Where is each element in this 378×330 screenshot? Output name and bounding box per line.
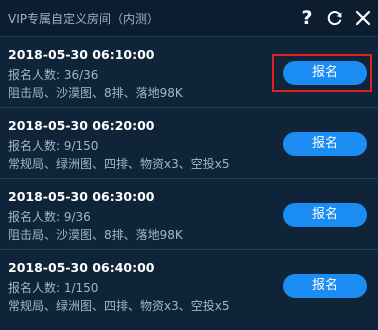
- room-mode: 阻击局、沙漠图、8排、落地98K: [8, 228, 183, 242]
- room-row: 2018-05-30 06:40:00 报名人数: 1/150 常规局、绿洲图、…: [0, 250, 378, 320]
- panel-title: VIP专属自定义房间（内测）: [8, 12, 159, 26]
- room-signup-count: 报名人数: 9/150: [8, 139, 99, 153]
- vip-room-panel: VIP专属自定义房间（内测） ? 2018-05-30 06:10:00 报名人…: [0, 0, 378, 330]
- room-row: 2018-05-30 06:10:00 报名人数: 36/36 阻击局、沙漠图、…: [0, 37, 378, 108]
- room-signup-count: 报名人数: 36/36: [8, 68, 99, 82]
- room-time: 2018-05-30 06:10:00: [8, 47, 155, 62]
- room-time: 2018-05-30 06:30:00: [8, 189, 155, 204]
- close-icon[interactable]: [354, 7, 372, 29]
- room-signup-count: 报名人数: 1/150: [8, 281, 99, 295]
- room-list: 2018-05-30 06:10:00 报名人数: 36/36 阻击局、沙漠图、…: [0, 37, 378, 320]
- signup-button[interactable]: 报名: [283, 274, 367, 298]
- panel-header: VIP专属自定义房间（内测） ?: [0, 0, 378, 37]
- help-glyph: ?: [301, 7, 313, 29]
- room-row: 2018-05-30 06:20:00 报名人数: 9/150 常规局、绿洲图、…: [0, 108, 378, 179]
- signup-button[interactable]: 报名: [283, 132, 367, 156]
- room-time: 2018-05-30 06:20:00: [8, 118, 155, 133]
- header-actions: ?: [298, 4, 372, 32]
- signup-button[interactable]: 报名: [283, 203, 367, 227]
- help-icon[interactable]: ?: [298, 7, 316, 29]
- room-mode: 常规局、绿洲图、四排、物资x3、空投x5: [8, 299, 230, 313]
- room-signup-count: 报名人数: 9/36: [8, 210, 91, 224]
- room-time: 2018-05-30 06:40:00: [8, 260, 155, 275]
- room-mode: 常规局、绿洲图、四排、物资x3、空投x5: [8, 157, 230, 171]
- room-mode: 阻击局、沙漠图、8排、落地98K: [8, 86, 183, 100]
- signup-button[interactable]: 报名: [283, 61, 367, 85]
- refresh-icon[interactable]: [326, 7, 344, 29]
- room-row: 2018-05-30 06:30:00 报名人数: 9/36 阻击局、沙漠图、8…: [0, 179, 378, 250]
